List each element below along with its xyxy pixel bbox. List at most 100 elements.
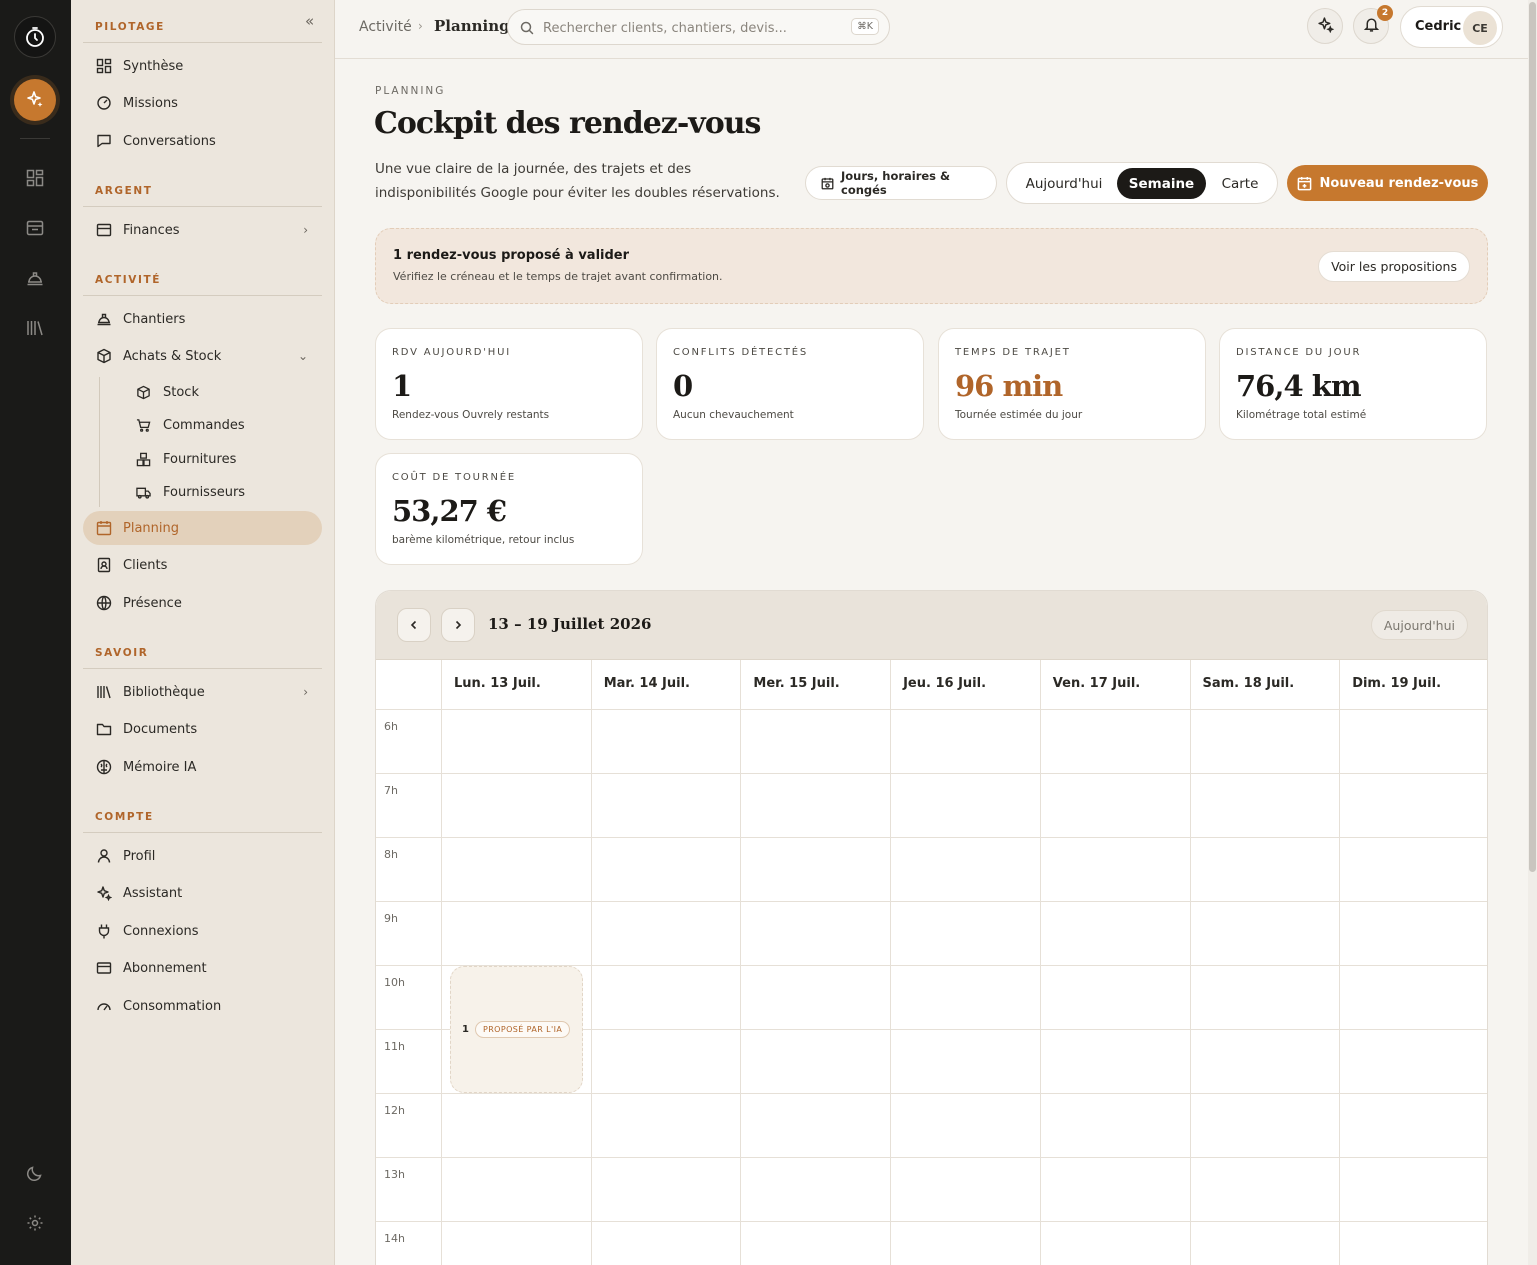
sidebar-item-clients[interactable]: Clients: [83, 548, 322, 582]
helmet-icon[interactable]: [14, 257, 56, 299]
sidebar-item-stock[interactable]: Stock: [123, 377, 322, 407]
time-slot[interactable]: [590, 710, 742, 774]
time-slot[interactable]: [1189, 902, 1341, 966]
time-slot[interactable]: [890, 1222, 1041, 1265]
sidebar-item-fournisseurs[interactable]: Fournisseurs: [123, 477, 322, 507]
hours-settings-button[interactable]: Jours, horaires & congés: [805, 166, 997, 200]
time-slot[interactable]: [740, 1222, 891, 1265]
time-slot[interactable]: [590, 902, 742, 966]
notifications-button[interactable]: 2: [1353, 5, 1393, 44]
ai-assistant-button[interactable]: [1307, 8, 1343, 44]
view-option-map[interactable]: Carte: [1208, 168, 1272, 199]
time-slot[interactable]: [1039, 1030, 1191, 1094]
time-slot[interactable]: [1339, 774, 1487, 838]
time-slot[interactable]: [1189, 1030, 1341, 1094]
calendar-today-button[interactable]: Aujourd'hui: [1370, 610, 1468, 640]
library-icon[interactable]: [14, 307, 56, 349]
time-slot[interactable]: [1189, 838, 1341, 902]
time-slot[interactable]: [1339, 1030, 1487, 1094]
sidebar-item-profil[interactable]: Profil: [83, 839, 322, 873]
time-slot[interactable]: [890, 710, 1041, 774]
time-slot[interactable]: [740, 902, 892, 966]
sidebar-item-synthese[interactable]: Synthèse: [83, 49, 322, 83]
time-slot[interactable]: [590, 1158, 742, 1222]
time-slot[interactable]: [441, 710, 592, 774]
time-slot[interactable]: [590, 1222, 742, 1265]
sidebar-item-planning[interactable]: Planning: [83, 511, 322, 545]
time-slot[interactable]: [441, 1094, 592, 1158]
sparkles-icon[interactable]: [14, 79, 56, 121]
time-slot[interactable]: [1339, 1158, 1487, 1222]
time-slot[interactable]: [1039, 966, 1191, 1030]
previous-week-button[interactable]: [397, 608, 431, 642]
sidebar-item-missions[interactable]: Missions: [83, 86, 322, 120]
time-slot[interactable]: [441, 1158, 592, 1222]
sidebar-item-commandes[interactable]: Commandes: [123, 410, 322, 440]
time-slot[interactable]: [1039, 1222, 1191, 1265]
time-slot[interactable]: [1189, 1158, 1341, 1222]
time-slot[interactable]: [590, 966, 742, 1030]
time-slot[interactable]: [1339, 902, 1487, 966]
view-option-today[interactable]: Aujourd'hui: [1013, 168, 1115, 199]
time-slot[interactable]: [441, 1222, 592, 1265]
time-slot[interactable]: [890, 1158, 1041, 1222]
sidebar-item-conversations[interactable]: Conversations: [83, 124, 322, 158]
time-slot[interactable]: [1339, 1222, 1487, 1265]
sidebar-item-assistant[interactable]: Assistant: [83, 876, 322, 910]
time-slot[interactable]: [1039, 838, 1191, 902]
time-slot[interactable]: [1189, 966, 1341, 1030]
time-slot[interactable]: [890, 966, 1041, 1030]
time-slot[interactable]: [1039, 1094, 1191, 1158]
time-slot[interactable]: [740, 1030, 892, 1094]
time-slot[interactable]: [1039, 774, 1191, 838]
sidebar-item-connexions[interactable]: Connexions: [83, 914, 322, 948]
gear-icon[interactable]: [14, 1202, 56, 1244]
time-slot[interactable]: [1339, 966, 1487, 1030]
time-slot[interactable]: [590, 1094, 742, 1158]
search-input[interactable]: [543, 18, 843, 38]
time-slot[interactable]: [890, 774, 1041, 838]
search-bar[interactable]: ⌘K: [507, 9, 890, 45]
sidebar-item-consommation[interactable]: Consommation: [83, 989, 322, 1023]
time-slot[interactable]: [890, 1094, 1041, 1158]
sidebar-item-documents[interactable]: Documents: [83, 712, 322, 746]
breadcrumb-activite[interactable]: Activité: [359, 19, 412, 35]
sidebar-item-bibliotheque[interactable]: Bibliothèque ›: [83, 675, 322, 709]
moon-icon[interactable]: [14, 1152, 56, 1194]
time-slot[interactable]: [590, 1030, 742, 1094]
inbox-icon[interactable]: [14, 207, 56, 249]
time-slot[interactable]: [740, 774, 892, 838]
time-slot[interactable]: [740, 1094, 892, 1158]
view-option-week[interactable]: Semaine: [1117, 168, 1206, 199]
time-slot[interactable]: [441, 902, 592, 966]
time-slot[interactable]: [1189, 1094, 1341, 1158]
time-slot[interactable]: [441, 774, 592, 838]
time-slot[interactable]: [1339, 838, 1487, 902]
new-appointment-button[interactable]: Nouveau rendez-vous: [1287, 165, 1488, 201]
view-proposals-button[interactable]: Voir les propositions: [1318, 251, 1470, 282]
time-slot[interactable]: [1039, 1158, 1191, 1222]
next-week-button[interactable]: [441, 608, 475, 642]
grid-icon[interactable]: [14, 157, 56, 199]
user-menu[interactable]: Cedric CE: [1400, 6, 1503, 48]
scrollbar-thumb[interactable]: [1529, 2, 1536, 872]
sidebar-item-memoire-ia[interactable]: Mémoire IA: [83, 750, 322, 784]
sidebar-item-abonnement[interactable]: Abonnement: [83, 951, 322, 985]
time-slot[interactable]: [590, 838, 742, 902]
time-slot[interactable]: [1189, 1222, 1341, 1265]
time-slot[interactable]: [1339, 1094, 1487, 1158]
sidebar-item-fournitures[interactable]: Fournitures: [123, 444, 322, 474]
sidebar-item-presence[interactable]: Présence: [83, 586, 322, 620]
time-slot[interactable]: [1339, 710, 1487, 774]
time-slot[interactable]: [1039, 902, 1191, 966]
proposed-appointment[interactable]: 1 PROPOSÉ PAR L'IA: [450, 966, 583, 1093]
time-slot[interactable]: [1189, 774, 1341, 838]
collapse-sidebar-icon[interactable]: «: [305, 12, 314, 30]
time-slot[interactable]: [890, 838, 1041, 902]
time-slot[interactable]: [890, 1030, 1041, 1094]
time-slot[interactable]: [740, 710, 892, 774]
time-slot[interactable]: [890, 902, 1041, 966]
time-slot[interactable]: [1039, 710, 1191, 774]
time-slot[interactable]: [740, 966, 892, 1030]
time-slot[interactable]: [441, 838, 592, 902]
